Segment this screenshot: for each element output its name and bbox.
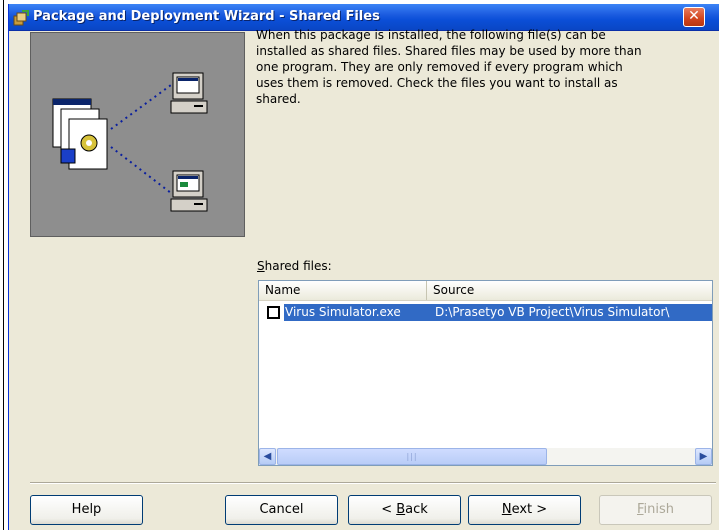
shared-files-label: Shared files:: [257, 259, 332, 273]
description-text: When this package is installed, the foll…: [256, 28, 642, 106]
document-icon: [52, 98, 108, 170]
next-access-key: N: [501, 502, 512, 517]
column-header-name[interactable]: Name: [259, 281, 427, 300]
window-title: Package and Deployment Wizard - Shared F…: [33, 9, 380, 24]
arrow-left-icon: ◀: [263, 451, 272, 462]
arrow-right-icon: ▶: [699, 451, 708, 462]
next-rest: ext >: [511, 502, 548, 517]
shared-files-label-rest: hared files:: [264, 259, 332, 273]
illustration-graphic: [52, 72, 208, 212]
finish-button[interactable]: Finish: [599, 495, 712, 525]
column-header-source[interactable]: Source: [427, 281, 712, 300]
list-header: Name Source: [259, 281, 712, 301]
scroll-thumb[interactable]: |||: [277, 448, 547, 465]
grip-icon: |||: [406, 452, 418, 461]
scroll-left-button[interactable]: ◀: [259, 448, 276, 465]
shared-file-checkbox[interactable]: [267, 306, 280, 319]
list-item-selection[interactable]: Virus Simulator.exe D:\Prasetyo VB Proje…: [284, 304, 712, 321]
computer-icon: [170, 170, 208, 212]
back-rest: ack: [405, 502, 428, 517]
back-prefix: <: [381, 502, 397, 517]
help-button[interactable]: Help: [30, 495, 143, 525]
next-button[interactable]: Next >: [468, 495, 581, 525]
background-left-strip: [0, 0, 8, 530]
back-access-key: B: [396, 502, 406, 517]
finish-rest: inish: [643, 502, 675, 517]
wizard-illustration: [30, 32, 245, 237]
shared-files-access-key: S: [257, 259, 265, 273]
app-icon: [13, 10, 29, 26]
file-source: D:\Prasetyo VB Project\Virus Simulator\: [435, 305, 670, 319]
wizard-window: Package and Deployment Wizard - Shared F…: [8, 4, 719, 530]
list-item[interactable]: Virus Simulator.exe D:\Prasetyo VB Proje…: [260, 304, 712, 321]
scroll-right-button[interactable]: ▶: [695, 448, 712, 465]
separator: [30, 482, 716, 484]
back-button[interactable]: < Back: [348, 495, 461, 525]
close-button[interactable]: ✕: [683, 7, 705, 27]
horizontal-scrollbar[interactable]: ◀ ||| ▶: [259, 448, 712, 465]
computer-icon: [170, 72, 208, 114]
file-name: Virus Simulator.exe: [285, 305, 401, 319]
cancel-button[interactable]: Cancel: [225, 495, 338, 525]
close-icon: ✕: [688, 8, 700, 24]
shared-files-list[interactable]: Name Source Virus Simulator.exe D:\Prase…: [258, 280, 713, 466]
